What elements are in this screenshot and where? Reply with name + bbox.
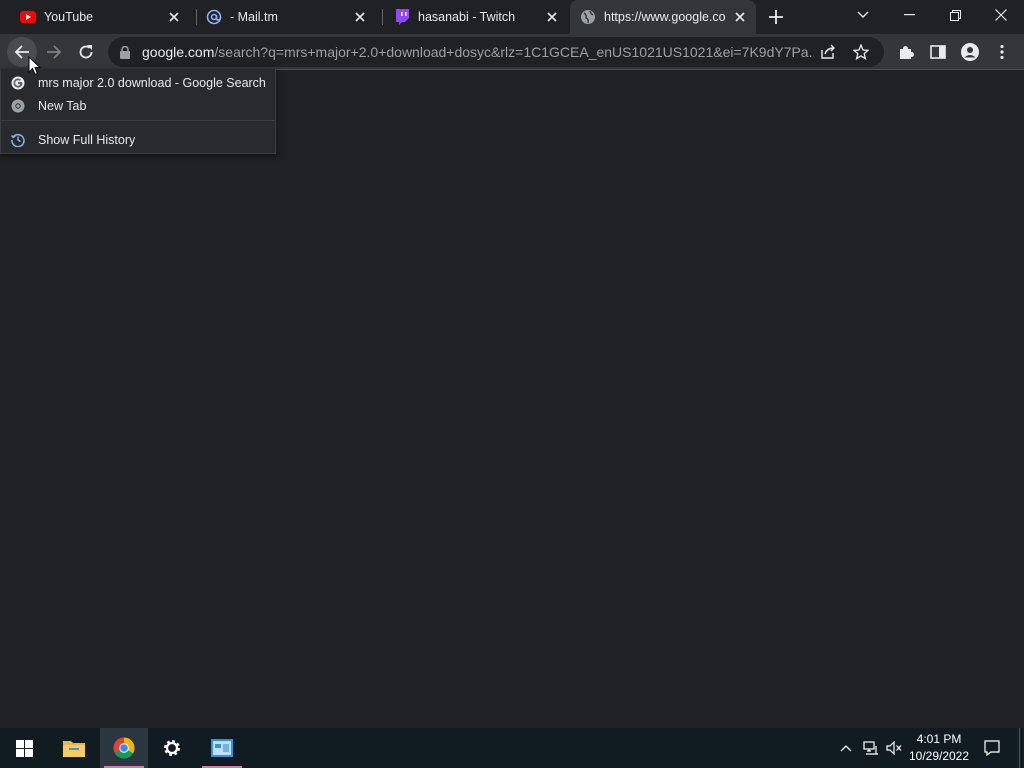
- network-icon[interactable]: [861, 728, 881, 768]
- history-item-label: mrs major 2.0 download - Google Search: [38, 75, 266, 90]
- reload-button[interactable]: [71, 37, 101, 67]
- control-panel-icon: [211, 739, 233, 757]
- profile-button[interactable]: [955, 37, 985, 67]
- at-icon: [206, 9, 222, 25]
- url-path: /search?q=mrs+major+2.0+download+dosyc&r…: [214, 44, 814, 60]
- tab-divider: [382, 9, 383, 25]
- forward-arrow-icon: [47, 45, 62, 59]
- menu-button[interactable]: [987, 37, 1017, 67]
- menu-divider: [1, 120, 275, 121]
- tab-twitch[interactable]: hasanabi - Twitch: [384, 0, 568, 34]
- profile-avatar-icon: [961, 43, 979, 61]
- tray-overflow-chevron-icon[interactable]: [838, 728, 854, 768]
- globe-icon: [580, 9, 596, 25]
- history-item-new-tab[interactable]: New Tab: [1, 94, 275, 117]
- windows-logo-icon: [15, 739, 33, 757]
- close-icon[interactable]: [544, 9, 560, 25]
- browser-toolbar: google.com/search?q=mrs+major+2.0+downlo…: [0, 34, 1024, 70]
- file-explorer-button[interactable]: [50, 728, 98, 768]
- chrome-logo-icon: [113, 737, 135, 759]
- google-icon: [10, 75, 26, 91]
- tab-title: YouTube: [44, 10, 94, 24]
- twitch-icon: [394, 9, 410, 25]
- forward-button[interactable]: [39, 37, 69, 67]
- windows-taskbar: 4:01 PM 10/29/2022: [0, 728, 1024, 768]
- side-panel-button[interactable]: [923, 37, 953, 67]
- volume-muted-icon[interactable]: [884, 728, 904, 768]
- url-text[interactable]: google.com/search?q=mrs+major+2.0+downlo…: [142, 44, 814, 60]
- lock-icon[interactable]: [120, 45, 134, 59]
- restore-button[interactable]: [932, 0, 978, 30]
- settings-taskbar-button[interactable]: [148, 728, 196, 768]
- mouse-cursor-icon: [28, 56, 42, 76]
- folder-icon: [63, 741, 85, 757]
- close-window-button[interactable]: [978, 0, 1024, 30]
- tab-strip: YouTube - Mail.tm hasanabi - Twitch http…: [0, 0, 1024, 34]
- history-item-label: New Tab: [38, 98, 87, 113]
- gear-icon: [164, 740, 180, 756]
- clock-time: 4:01 PM: [916, 732, 962, 746]
- show-desktop-button[interactable]: [1019, 728, 1020, 768]
- close-icon[interactable]: [732, 9, 748, 25]
- clock-date: 10/29/2022: [908, 749, 970, 763]
- tab-mail[interactable]: - Mail.tm: [196, 0, 376, 34]
- side-panel-icon: [930, 45, 946, 59]
- chrome-taskbar-button[interactable]: [100, 728, 148, 768]
- puzzle-icon: [900, 46, 914, 59]
- tab-title: hasanabi - Twitch: [418, 10, 516, 24]
- close-icon[interactable]: [166, 9, 182, 25]
- taskbar-clock[interactable]: 4:01 PM 10/29/2022: [904, 731, 974, 765]
- address-bar[interactable]: google.com/search?q=mrs+major+2.0+downlo…: [108, 37, 884, 67]
- tab-title: https://www.google.co: [604, 10, 726, 24]
- minimize-button[interactable]: [886, 0, 932, 30]
- tab-search-button[interactable]: [840, 0, 886, 30]
- new-tab-button[interactable]: [760, 2, 792, 32]
- control-panel-taskbar-button[interactable]: [198, 728, 246, 768]
- reload-icon: [79, 45, 93, 59]
- tab-google-active[interactable]: https://www.google.co: [570, 0, 756, 34]
- history-item-google-search[interactable]: mrs major 2.0 download - Google Search: [1, 71, 275, 94]
- bookmark-star-icon[interactable]: [852, 43, 870, 65]
- youtube-icon: [20, 9, 36, 25]
- tab-youtube[interactable]: YouTube: [0, 0, 190, 34]
- notifications-icon[interactable]: [980, 728, 1004, 768]
- show-full-history[interactable]: Show Full History: [1, 128, 275, 151]
- back-history-menu: mrs major 2.0 download - Google Search N…: [0, 69, 276, 154]
- tab-title: - Mail.tm: [230, 10, 278, 24]
- share-icon[interactable]: [820, 44, 836, 65]
- kebab-menu-icon: [1000, 44, 1004, 60]
- history-clock-icon: [10, 132, 26, 148]
- chrome-icon: [10, 98, 26, 114]
- show-full-history-label: Show Full History: [38, 132, 136, 147]
- page-content: [0, 71, 1024, 728]
- start-button[interactable]: [0, 728, 48, 768]
- url-host: google.com: [142, 44, 215, 60]
- close-icon[interactable]: [352, 9, 368, 25]
- extensions-button[interactable]: [891, 37, 921, 67]
